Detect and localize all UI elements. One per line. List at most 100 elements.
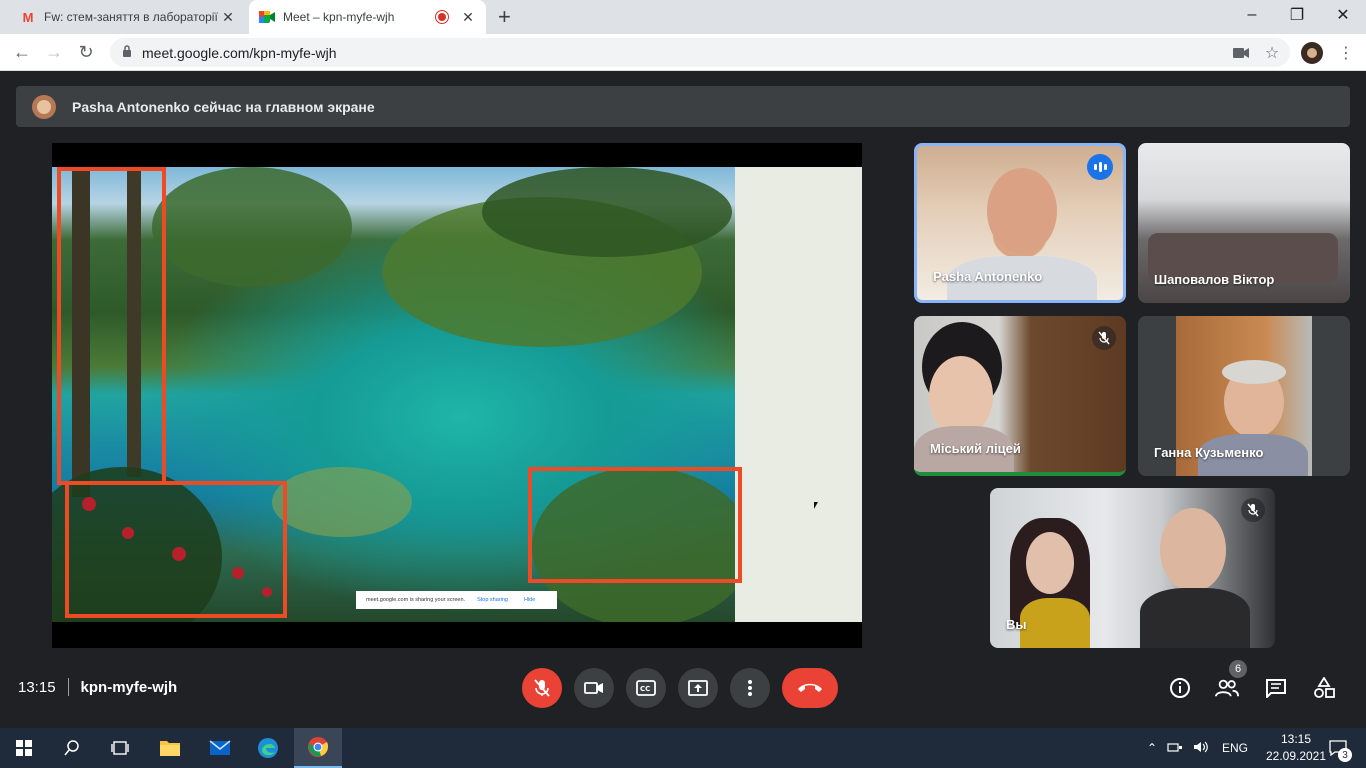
taskbar-clock[interactable]: 13:15 22.09.2021 (1260, 731, 1332, 765)
edge-icon (258, 738, 278, 758)
task-view-button[interactable] (96, 728, 144, 768)
restore-button[interactable]: ❐ (1274, 0, 1320, 30)
end-call-icon (798, 683, 822, 692)
presentation-stage[interactable]: meet.google.com is sharing your screen. … (52, 143, 862, 648)
participants-button[interactable] (1215, 676, 1239, 700)
participant-tile-pasha[interactable]: Pasha Antonenko (914, 143, 1126, 303)
file-explorer-button[interactable] (146, 728, 194, 768)
participant-tile-viktor[interactable]: Шаповалов Віктор (1138, 143, 1350, 303)
close-tab-icon[interactable]: ✕ (460, 9, 476, 26)
participant-name: Pasha Antonenko (933, 269, 1043, 284)
meeting-info: 13:15 kpn-myfe-wjh (18, 678, 177, 696)
camera-toggle-button[interactable] (574, 668, 614, 708)
presenting-banner-text: Pasha Antonenko сейчас на главном экране (72, 98, 375, 115)
input-language[interactable]: ENG (1222, 741, 1248, 755)
mouse-cursor-icon (814, 502, 818, 509)
screen-share-notice-bar: meet.google.com is sharing your screen. … (356, 591, 557, 609)
folder-icon (160, 741, 180, 756)
chat-icon (1266, 679, 1286, 698)
lock-icon (122, 45, 132, 60)
share-notice-text: meet.google.com is sharing your screen. (366, 597, 466, 603)
reload-button[interactable]: ↻ (74, 40, 98, 64)
chrome-button[interactable] (294, 728, 342, 768)
back-button[interactable]: ← (10, 40, 34, 64)
stop-sharing-button[interactable]: Stop sharing (477, 597, 508, 603)
recording-icon (436, 11, 448, 23)
forward-button[interactable]: → (42, 40, 66, 64)
highlight-box-shrub (528, 467, 742, 583)
activities-button[interactable] (1312, 676, 1336, 700)
meeting-details-button[interactable] (1168, 676, 1192, 700)
volume-icon[interactable] (1188, 741, 1214, 756)
divider (67, 678, 69, 696)
camera-in-use-icon[interactable] (1230, 42, 1252, 64)
muted-mic-icon (1241, 498, 1265, 522)
more-vert-icon (748, 680, 752, 696)
meeting-code[interactable]: kpn-myfe-wjh (81, 679, 178, 696)
task-view-icon (111, 741, 129, 755)
bookmark-star-icon[interactable]: ☆ (1261, 42, 1283, 64)
browser-toolbar: ← → ↻ meet.google.com/kpn-myfe-wjh ☆ ⋮ (0, 34, 1366, 71)
presenting-banner: Pasha Antonenko сейчас на главном экране (16, 86, 1350, 127)
tab-title: Meet – kpn-myfe-wjh (283, 10, 395, 24)
participant-tile-lyceum[interactable]: Міський ліцей (914, 316, 1126, 476)
captions-icon: CC (636, 680, 656, 696)
windows-taskbar: ⌃ ENG 13:15 22.09.2021 3 (0, 728, 1366, 768)
people-icon (1215, 679, 1239, 697)
participant-name: Вы (1006, 617, 1027, 632)
address-text: meet.google.com/kpn-myfe-wjh (142, 44, 337, 61)
mail-icon (209, 740, 231, 755)
search-button[interactable] (48, 728, 96, 768)
profile-avatar[interactable] (1301, 42, 1323, 64)
tab-gmail[interactable]: M Fw: стем-заняття в лабораторії ✕ (10, 0, 246, 34)
activities-icon (1314, 677, 1335, 698)
tab-title: Fw: стем-заняття в лабораторії (44, 10, 218, 24)
more-options-button[interactable] (730, 668, 770, 708)
captions-button[interactable]: CC (626, 668, 666, 708)
participant-name: Міський ліцей (930, 441, 1021, 456)
address-bar[interactable]: meet.google.com/kpn-myfe-wjh (110, 38, 1290, 67)
participant-tile-hanna[interactable]: Ганна Кузьменко (1138, 316, 1350, 476)
mic-off-icon (534, 679, 550, 697)
gmail-icon: M (22, 9, 34, 25)
participant-count-badge: 6 (1229, 660, 1247, 678)
close-window-button[interactable]: ✕ (1320, 0, 1366, 30)
browser-menu-icon[interactable]: ⋮ (1335, 42, 1357, 64)
highlight-box-palms (57, 167, 166, 485)
camera-icon (584, 682, 603, 694)
meeting-time: 13:15 (18, 678, 56, 696)
browser-tab-strip: M Fw: стем-заняття в лабораторії ✕ Meet … (0, 0, 1366, 34)
tab-meet[interactable]: Meet – kpn-myfe-wjh ✕ (249, 0, 486, 34)
present-screen-button[interactable] (678, 668, 718, 708)
system-tray: ⌃ ENG (1142, 728, 1248, 768)
mail-button[interactable] (196, 728, 244, 768)
search-icon (64, 740, 79, 756)
edge-button[interactable] (244, 728, 292, 768)
network-icon[interactable] (1162, 741, 1188, 756)
mic-toggle-button[interactable] (522, 668, 562, 708)
minimize-button[interactable]: – (1229, 0, 1275, 30)
hide-button[interactable]: Hide (524, 597, 535, 603)
shared-screen-white-area (735, 167, 862, 622)
highlight-box-flowers (65, 481, 287, 618)
new-tab-button[interactable]: + (498, 6, 511, 28)
windows-icon (16, 740, 32, 756)
participant-tile-self[interactable]: Вы (990, 488, 1275, 648)
participant-name: Шаповалов Віктор (1154, 272, 1275, 287)
show-hidden-icons-icon[interactable]: ⌃ (1142, 741, 1162, 755)
action-center-button[interactable]: 3 (1324, 728, 1352, 768)
muted-mic-icon (1092, 326, 1116, 350)
svg-text:CC: CC (640, 685, 650, 693)
presenter-avatar (32, 94, 56, 119)
present-icon (688, 680, 708, 696)
leave-call-button[interactable] (782, 668, 838, 708)
start-button[interactable] (0, 728, 48, 768)
speaking-indicator-icon (1087, 154, 1113, 180)
close-tab-icon[interactable]: ✕ (220, 9, 236, 26)
chrome-icon (308, 737, 329, 757)
participant-name: Ганна Кузьменко (1154, 445, 1264, 460)
chat-button[interactable] (1264, 676, 1288, 700)
meet-icon (259, 9, 275, 25)
taskbar-date: 22.09.2021 (1265, 749, 1327, 763)
taskbar-time: 13:15 (1280, 732, 1312, 746)
